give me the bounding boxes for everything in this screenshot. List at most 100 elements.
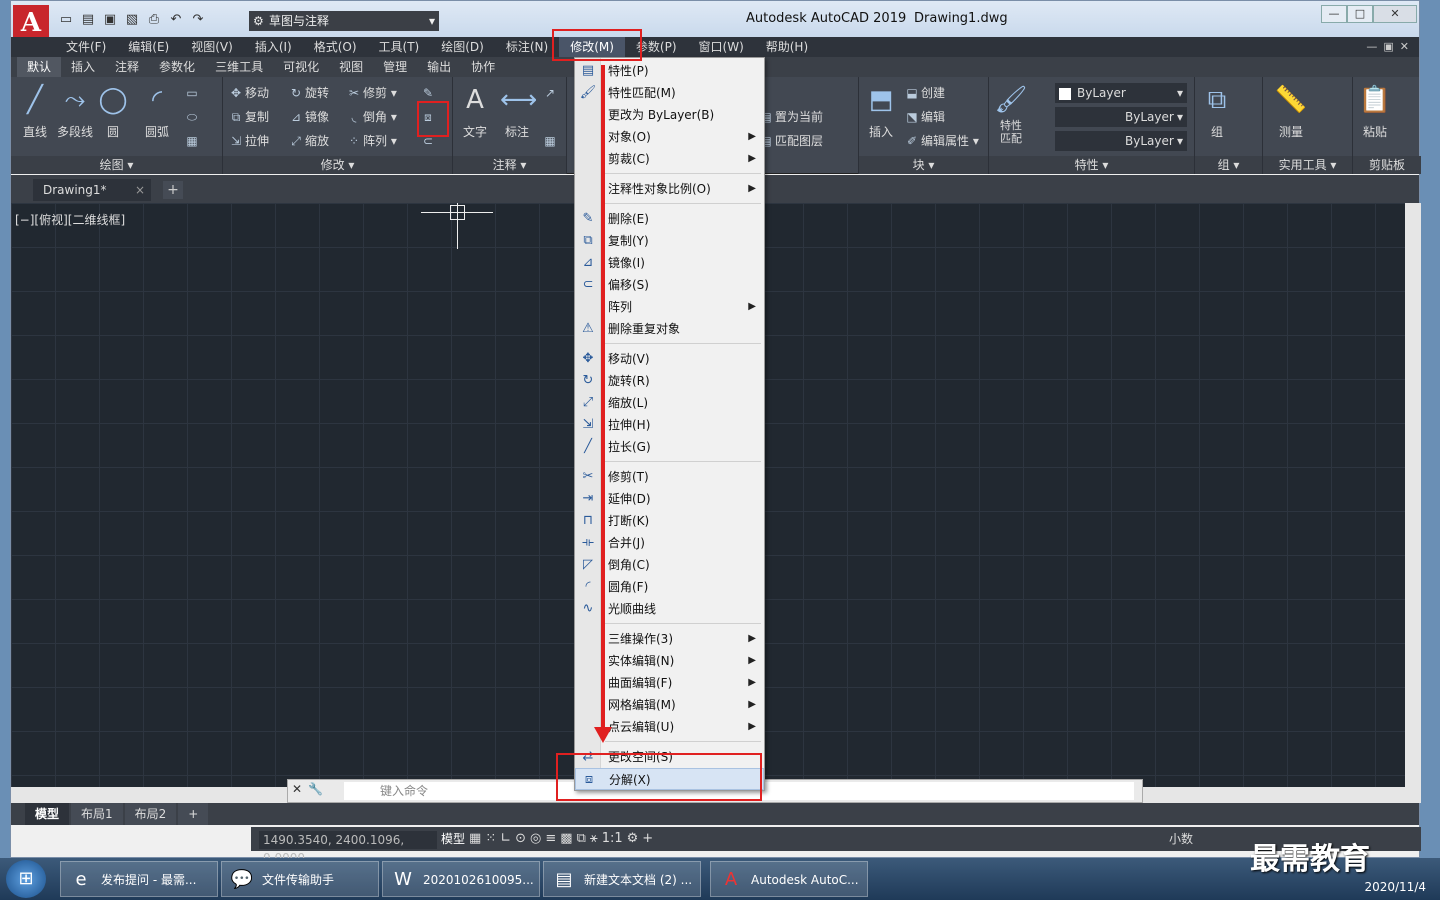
- line-tool[interactable]: ╱ 直线: [15, 83, 55, 140]
- ortho-icon[interactable]: ∟: [500, 830, 511, 848]
- open-icon[interactable]: ▤: [79, 11, 97, 29]
- modify-panel-title[interactable]: 修改 ▾: [223, 156, 452, 174]
- menu-window[interactable]: 窗口(W): [688, 37, 755, 57]
- minimize-button[interactable]: —: [1321, 5, 1347, 23]
- groups-panel-title[interactable]: 组 ▾: [1195, 156, 1262, 174]
- menu-tools[interactable]: 工具(T): [368, 37, 431, 57]
- tab-layout2[interactable]: 布局2: [124, 803, 177, 825]
- menu-format[interactable]: 格式(O): [303, 37, 368, 57]
- undo-icon[interactable]: ↶: [167, 11, 185, 29]
- insert-block-tool[interactable]: ⬒ 插入: [861, 83, 901, 140]
- command-line-controls[interactable]: ✕🔧: [292, 782, 329, 796]
- tab-model[interactable]: 模型: [25, 803, 70, 825]
- annotation-visibility-icon[interactable]: ⚹: [590, 830, 598, 848]
- viewport-controls[interactable]: [−][俯视][二维线框]: [15, 211, 125, 228]
- autocad-logo-icon[interactable]: A: [13, 5, 49, 41]
- arc-tool[interactable]: ◜ 圆弧: [137, 83, 177, 140]
- tab-collaborate[interactable]: 协作: [461, 57, 505, 77]
- vertical-scrollbar[interactable]: [1405, 203, 1421, 787]
- taskbar-ie[interactable]: e 发布提问 - 最需...: [60, 861, 218, 897]
- tab-manage[interactable]: 管理: [373, 57, 417, 77]
- scale-readout[interactable]: 1:1: [602, 830, 623, 848]
- copy-tool[interactable]: ⧉ 复制: [227, 107, 269, 127]
- start-button[interactable]: ⊞: [6, 860, 46, 898]
- scale-tool[interactable]: ⤢ 缩放: [287, 131, 329, 151]
- trim-tool[interactable]: ✂ 修剪 ▾: [345, 83, 397, 103]
- lineweight-icon[interactable]: ≡: [545, 830, 556, 848]
- osnap-icon[interactable]: ◎: [530, 830, 541, 848]
- doc-window-controls[interactable]: —▣✕: [1366, 37, 1415, 57]
- taskbar-notepad[interactable]: ▤ 新建文本文档 (2) ...: [543, 861, 701, 897]
- tab-output[interactable]: 输出: [417, 57, 461, 77]
- color-dropdown[interactable]: ByLayer ▾: [1055, 83, 1187, 103]
- maximize-button[interactable]: □: [1347, 5, 1373, 23]
- taskbar-word[interactable]: W 2020102610095...: [382, 861, 540, 897]
- edit-attributes[interactable]: ✐ 编辑属性 ▾: [903, 131, 979, 151]
- settings-gear-icon[interactable]: ⚙: [627, 830, 639, 848]
- new-tab-button[interactable]: +: [163, 181, 183, 199]
- snap-icon[interactable]: ⁙: [485, 830, 496, 848]
- menu-view[interactable]: 视图(V): [180, 37, 244, 57]
- redo-icon[interactable]: ↷: [189, 11, 207, 29]
- tab-layout1[interactable]: 布局1: [71, 803, 123, 825]
- leader-icon[interactable]: ↗: [541, 83, 559, 103]
- erase-icon[interactable]: ✎: [419, 83, 437, 103]
- clock-date[interactable]: 2020/11/4: [1364, 880, 1426, 894]
- group-tool[interactable]: ⧉ 组: [1197, 83, 1237, 140]
- tab-annotate[interactable]: 注释: [105, 57, 149, 77]
- tab-parametric[interactable]: 参数化: [149, 57, 205, 77]
- rectangle-icon[interactable]: ▭: [183, 83, 201, 103]
- grid-icon[interactable]: ▦: [469, 830, 481, 848]
- menu-edit[interactable]: 编辑(E): [117, 37, 180, 57]
- tab-default[interactable]: 默认: [17, 57, 62, 77]
- match-layer[interactable]: ▤ 匹配图层: [757, 131, 823, 151]
- draw-panel-title[interactable]: 绘图 ▾: [11, 156, 222, 174]
- text-tool[interactable]: A 文字: [455, 83, 495, 140]
- model-space-button[interactable]: 模型: [441, 830, 465, 848]
- move-tool[interactable]: ✥ 移动: [227, 83, 269, 103]
- tab-visualize[interactable]: 可视化: [273, 57, 329, 77]
- print-icon[interactable]: ⎙: [145, 11, 163, 29]
- selection-cycling-icon[interactable]: ⧉: [577, 830, 586, 848]
- new-icon[interactable]: ▭: [57, 11, 75, 29]
- edit-block[interactable]: ⬔ 编辑: [903, 107, 945, 127]
- ellipse-icon[interactable]: ⬭: [183, 107, 201, 127]
- utilities-panel-title[interactable]: 实用工具 ▾: [1263, 156, 1352, 174]
- polyline-tool[interactable]: ⤳ 多段线: [53, 83, 97, 140]
- tab-insert[interactable]: 插入: [61, 57, 105, 77]
- create-block[interactable]: ⬓ 创建: [903, 83, 945, 103]
- linetype-dropdown[interactable]: ByLayer ▾: [1055, 107, 1187, 127]
- close-button[interactable]: ✕: [1373, 5, 1417, 23]
- taskbar-wechat[interactable]: 💬 文件传输助手: [221, 861, 379, 897]
- properties-panel-title[interactable]: 特性 ▾: [989, 156, 1194, 174]
- menu-dimension[interactable]: 标注(N): [495, 37, 559, 57]
- workspace-dropdown[interactable]: ⚙ 草图与注释 ▾: [249, 11, 439, 31]
- save-icon[interactable]: ▣: [101, 11, 119, 29]
- array-tool[interactable]: ⁘ 阵列 ▾: [345, 131, 397, 151]
- add-layout-button[interactable]: +: [178, 803, 209, 825]
- table-icon[interactable]: ▦: [541, 131, 559, 151]
- block-panel-title[interactable]: 块 ▾: [859, 156, 988, 174]
- match-properties-tool[interactable]: 🖌 特性 匹配: [991, 83, 1031, 145]
- polar-icon[interactable]: ⊙: [515, 830, 526, 848]
- menu-draw[interactable]: 绘图(D): [430, 37, 495, 57]
- units-readout[interactable]: 小数: [1169, 830, 1193, 848]
- save-as-icon[interactable]: ▧: [123, 11, 141, 29]
- paste-tool[interactable]: 📋 粘贴: [1355, 83, 1395, 140]
- hatch-icon[interactable]: ▦: [183, 131, 201, 151]
- menu-insert[interactable]: 插入(I): [244, 37, 303, 57]
- transparency-icon[interactable]: ▩: [560, 830, 572, 848]
- doc-tab-drawing1[interactable]: Drawing1* ×: [33, 179, 151, 201]
- taskbar-autocad[interactable]: A Autodesk AutoC...: [710, 861, 868, 897]
- measure-tool[interactable]: 📏 测量: [1269, 83, 1313, 140]
- rotate-tool[interactable]: ↻ 旋转: [287, 83, 329, 103]
- mirror-tool[interactable]: ⊿ 镜像: [287, 107, 329, 127]
- menu-file[interactable]: 文件(F): [55, 37, 117, 57]
- lineweight-dropdown[interactable]: ByLayer ▾: [1055, 131, 1187, 151]
- plus-icon[interactable]: +: [642, 830, 653, 848]
- stretch-tool[interactable]: ⇲ 拉伸: [227, 131, 269, 151]
- tab-3d-tools[interactable]: 三维工具: [205, 57, 273, 77]
- fillet-tool[interactable]: ◟ 倒角 ▾: [345, 107, 397, 127]
- clipboard-panel-title[interactable]: 剪贴板: [1353, 156, 1421, 174]
- annotation-panel-title[interactable]: 注释 ▾: [453, 156, 566, 174]
